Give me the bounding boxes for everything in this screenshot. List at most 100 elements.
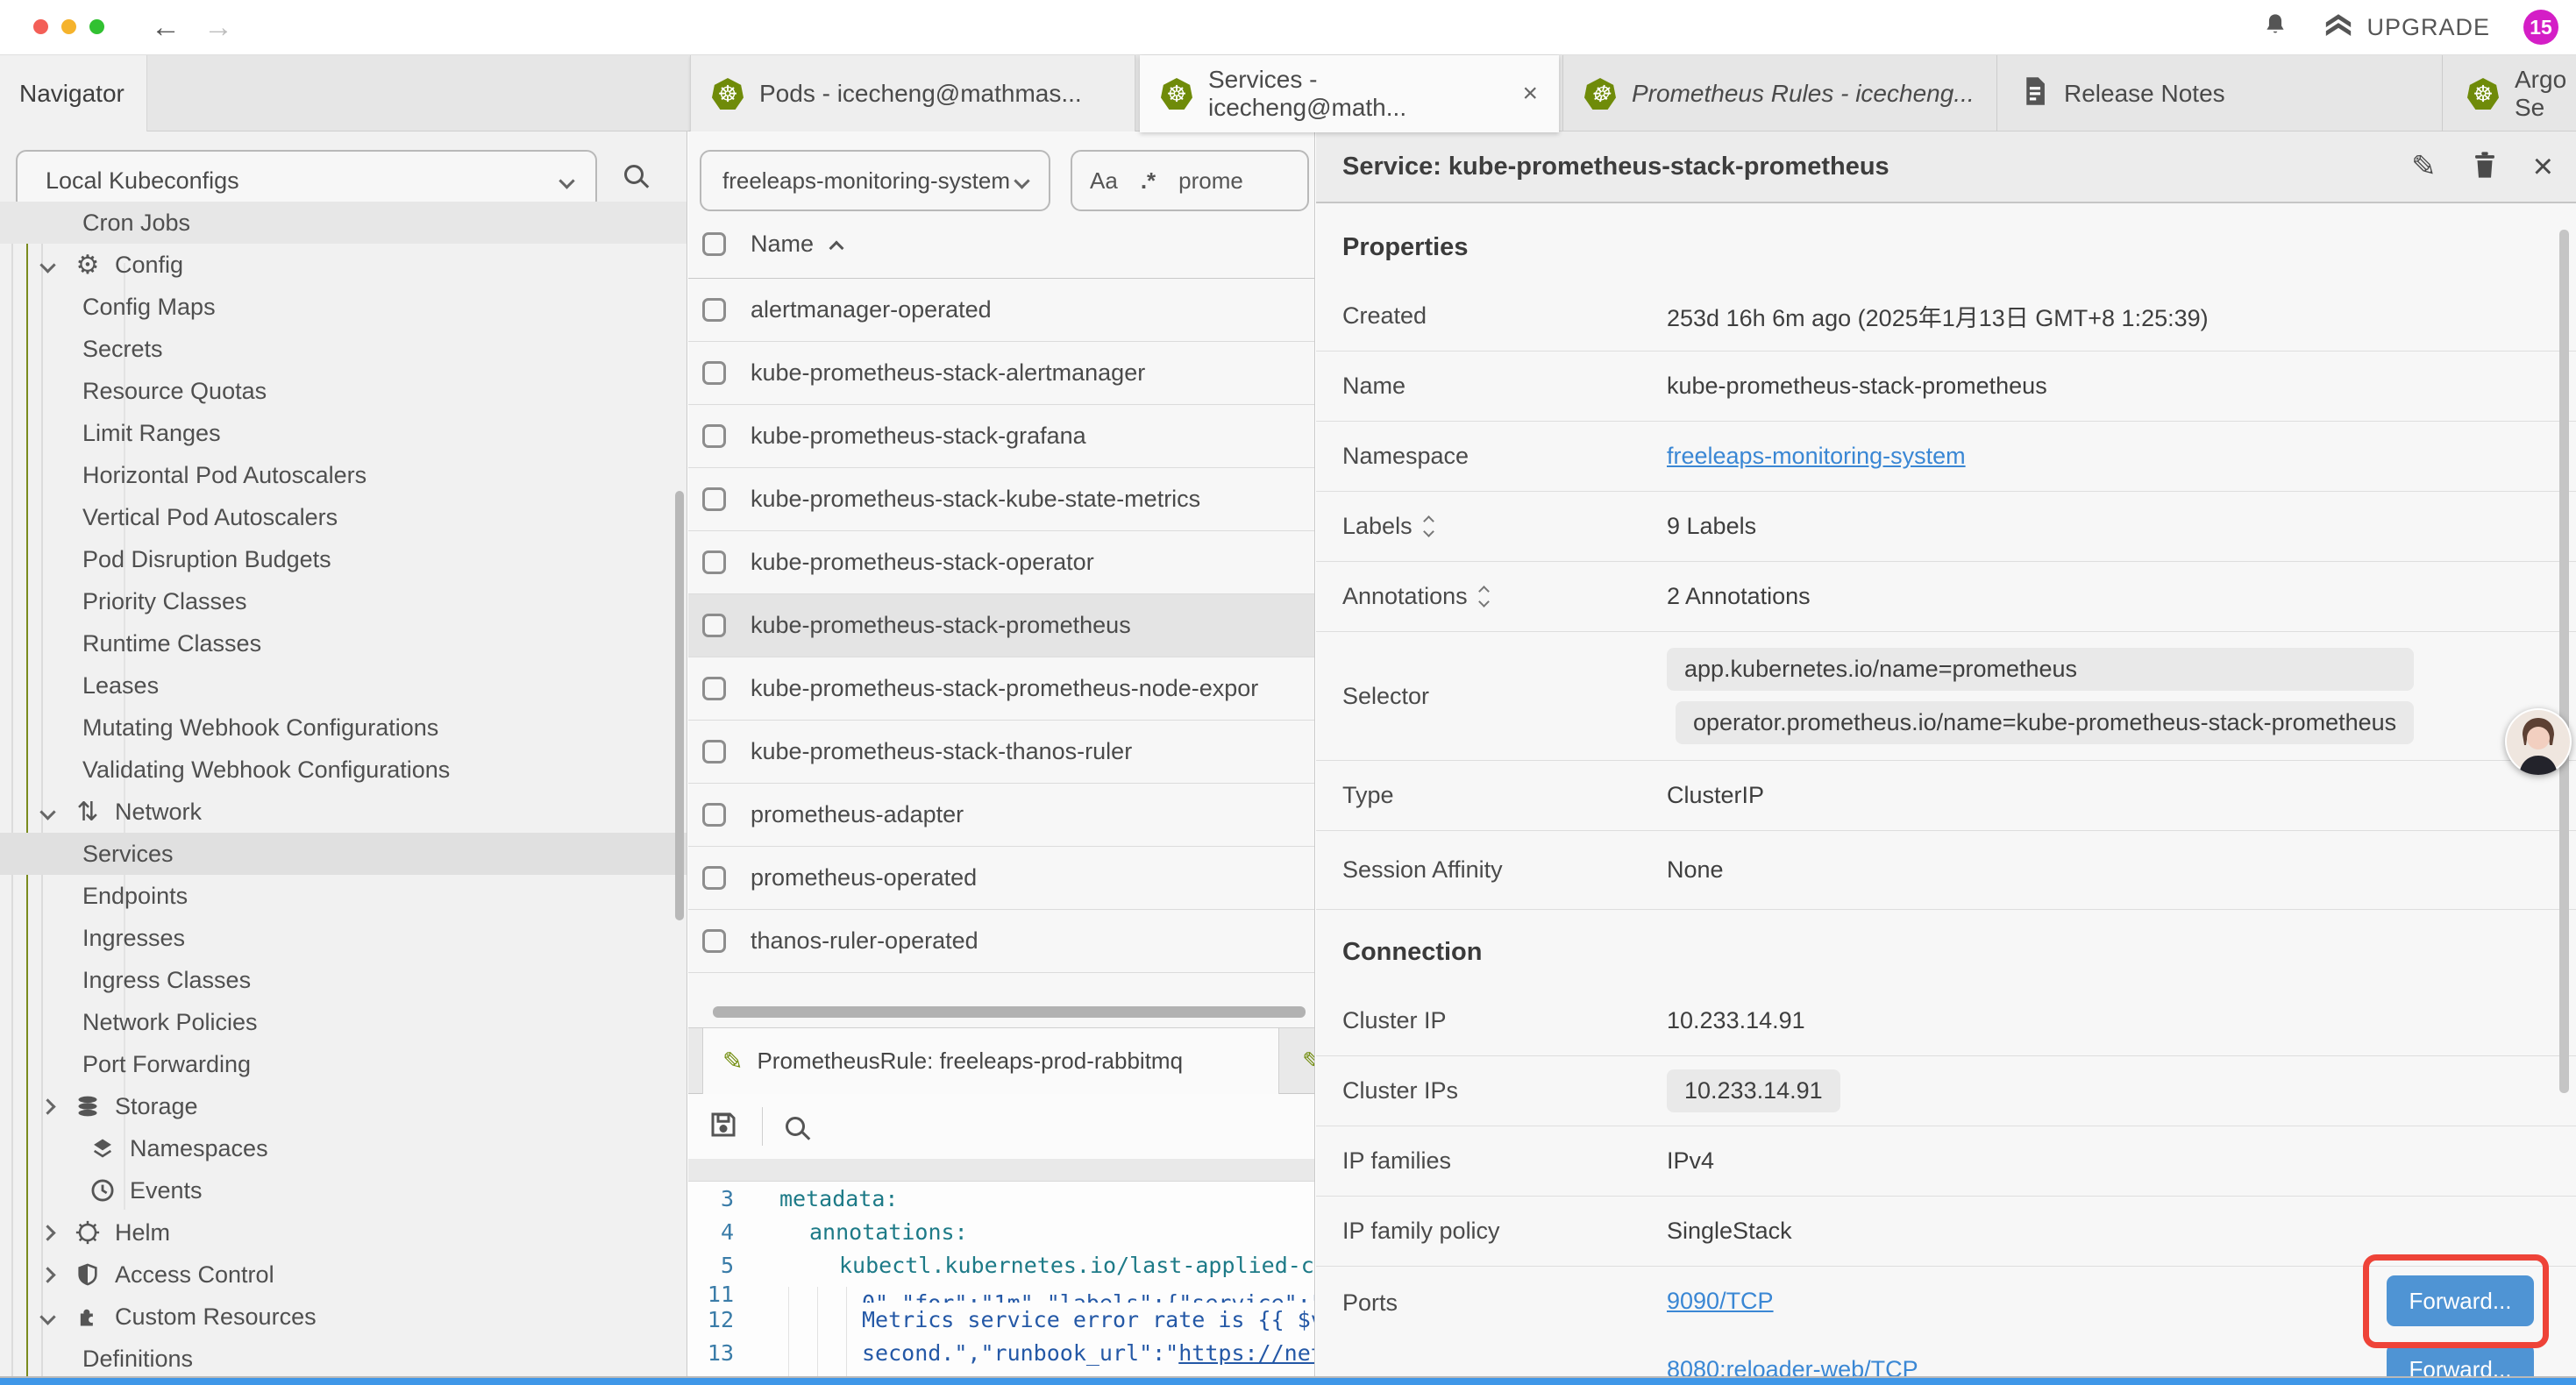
table-row[interactable]: kube-prometheus-stack-operator [688, 531, 1315, 594]
table-row[interactable]: kube-prometheus-stack-grafana [688, 405, 1315, 468]
expander-icon[interactable] [1425, 517, 1433, 536]
row-value[interactable]: 2 Annotations [1667, 583, 1811, 610]
sidebar-item-events[interactable]: Events [0, 1169, 687, 1211]
table-row[interactable]: prometheus-operated [688, 847, 1315, 910]
sidebar-item-config[interactable]: ⚙Config [0, 244, 687, 286]
sidebar-item-services[interactable]: Services [0, 833, 687, 875]
forward-arrow-icon[interactable]: → [203, 0, 233, 54]
row-checkbox[interactable] [702, 677, 726, 700]
sidebar-item-cron-jobs[interactable]: Cron Jobs [0, 202, 687, 244]
chevron-right-icon[interactable] [39, 1267, 55, 1282]
tab-services[interactable]: ☸ Services - icecheng@math... × [1140, 55, 1559, 132]
chevron-down-icon[interactable] [39, 257, 55, 273]
sidebar-item-port-forwarding[interactable]: Port Forwarding [0, 1043, 687, 1085]
namespace-filter-select[interactable]: freeleaps-monitoring-system [700, 150, 1050, 211]
close-window-button[interactable] [33, 19, 48, 34]
back-arrow-icon[interactable]: ← [151, 0, 181, 54]
row-checkbox[interactable] [702, 866, 726, 890]
sidebar-item-ingress-classes[interactable]: Ingress Classes [0, 959, 687, 1001]
chevron-right-icon[interactable] [39, 1225, 55, 1240]
sidebar-item-mutating-webhook-configurations[interactable]: Mutating Webhook Configurations [0, 707, 687, 749]
table-row[interactable]: kube-prometheus-stack-kube-state-metrics [688, 468, 1315, 531]
row-checkbox[interactable] [702, 361, 726, 385]
sidebar-item-runtime-classes[interactable]: Runtime Classes [0, 622, 687, 664]
table-row[interactable]: prometheus-adapter [688, 784, 1315, 847]
row-checkbox[interactable] [702, 424, 726, 448]
table-row-selected[interactable]: kube-prometheus-stack-prometheus [688, 594, 1315, 657]
search-icon[interactable] [624, 165, 644, 184]
tab-release-notes[interactable]: Release Notes [2001, 55, 2443, 132]
row-value[interactable]: 9 Labels [1667, 513, 1756, 540]
minimize-window-button[interactable] [61, 19, 76, 34]
sidebar-item-limit-ranges[interactable]: Limit Ranges [0, 412, 687, 454]
tab-prometheus-rules[interactable]: ☸ Prometheus Rules - icecheng... [1562, 55, 1997, 132]
list-search-input[interactable]: Aa .* prome [1071, 150, 1309, 211]
sidebar-item-horizontal-pod-autoscalers[interactable]: Horizontal Pod Autoscalers [0, 454, 687, 496]
forward-button[interactable]: Forward... [2387, 1275, 2534, 1326]
select-all-checkbox[interactable] [702, 232, 726, 256]
tab-argo[interactable]: ☸ Argo Se [2446, 55, 2576, 132]
sort-ascending-icon[interactable] [829, 240, 844, 255]
tab-prometheusrule-editor[interactable]: ✎ PrometheusRule: freeleaps-prod-rabbitm… [702, 1028, 1279, 1094]
sidebar-item-custom-resources[interactable]: Custom Resources [0, 1296, 687, 1338]
edit-pencil-icon[interactable]: ✎ [2411, 149, 2437, 184]
sidebar-item-network[interactable]: ⇅Network [0, 791, 687, 833]
chevron-right-icon[interactable] [39, 1098, 55, 1114]
delete-trash-icon[interactable] [2472, 150, 2498, 184]
maximize-window-button[interactable] [89, 19, 104, 34]
table-row[interactable]: kube-prometheus-stack-prometheus-node-ex… [688, 657, 1315, 721]
tab-editor-partial[interactable]: ✎ [1283, 1028, 1315, 1094]
yaml-editor[interactable]: 3metadata: 4annotations: 5kubectl.kubern… [688, 1182, 1315, 1385]
avatar[interactable] [2505, 708, 2572, 775]
row-checkbox[interactable] [702, 487, 726, 511]
column-header-name[interactable]: Name [751, 231, 814, 258]
chevron-down-icon[interactable] [39, 804, 55, 820]
row-checkbox[interactable] [702, 740, 726, 764]
table-row[interactable]: kube-prometheus-stack-alertmanager [688, 342, 1315, 405]
row-checkbox[interactable] [702, 614, 726, 637]
sidebar-item-helm[interactable]: Helm [0, 1211, 687, 1254]
tab-navigator[interactable]: Navigator [0, 55, 147, 132]
tab-pods[interactable]: ☸ Pods - icecheng@mathmas... [690, 55, 1135, 132]
sidebar-item-vertical-pod-autoscalers[interactable]: Vertical Pod Autoscalers [0, 496, 687, 538]
sidebar-item-ingresses[interactable]: Ingresses [0, 917, 687, 959]
close-tab-icon[interactable]: × [1522, 79, 1538, 109]
port-link-9090[interactable]: 9090/TCP [1667, 1288, 1774, 1315]
upgrade-button[interactable]: UPGRADE [2323, 11, 2490, 45]
editor-search-icon[interactable] [786, 1117, 805, 1136]
sidebar-item-config-maps[interactable]: Config Maps [0, 286, 687, 328]
sidebar-item-definitions[interactable]: Definitions [0, 1338, 687, 1380]
row-checkbox[interactable] [702, 550, 726, 574]
close-panel-icon[interactable]: × [2533, 147, 2553, 187]
code-link[interactable]: https://net [1178, 1340, 1315, 1366]
sidebar-item-access-control[interactable]: Access Control [0, 1254, 687, 1296]
sidebar-item-leases[interactable]: Leases [0, 664, 687, 707]
sidebar-item-priority-classes[interactable]: Priority Classes [0, 580, 687, 622]
table-row[interactable]: thanos-ruler-operated [688, 910, 1315, 973]
sidebar-item-resource-quotas[interactable]: Resource Quotas [0, 370, 687, 412]
sidebar-scrollbar[interactable] [675, 491, 684, 920]
notifications-bell-icon[interactable] [2261, 11, 2289, 45]
sidebar-item-secrets[interactable]: Secrets [0, 328, 687, 370]
table-row[interactable]: kube-prometheus-stack-thanos-ruler [688, 721, 1315, 784]
row-checkbox[interactable] [702, 929, 726, 953]
row-checkbox[interactable] [702, 803, 726, 827]
save-icon[interactable] [708, 1109, 739, 1145]
sidebar-item-validating-webhook-configurations[interactable]: Validating Webhook Configurations [0, 749, 687, 791]
sidebar-item-namespaces[interactable]: Namespaces [0, 1127, 687, 1169]
regex-toggle[interactable]: .* [1141, 167, 1156, 195]
sidebar-item-endpoints[interactable]: Endpoints [0, 875, 687, 917]
table-row[interactable]: alertmanager-operated [688, 279, 1315, 342]
editor-scroll-strip[interactable] [688, 1159, 1315, 1182]
chevron-down-icon[interactable] [39, 1309, 55, 1325]
sidebar-item-network-policies[interactable]: Network Policies [0, 1001, 687, 1043]
expander-icon[interactable] [1480, 587, 1488, 606]
sidebar-item-pod-disruption-budgets[interactable]: Pod Disruption Budgets [0, 538, 687, 580]
sidebar-item-storage[interactable]: Storage [0, 1085, 687, 1127]
namespace-link[interactable]: freeleaps-monitoring-system [1667, 443, 1966, 470]
detail-scrollbar[interactable] [2559, 230, 2569, 1093]
match-case-toggle[interactable]: Aa [1090, 167, 1118, 195]
row-checkbox[interactable] [702, 298, 726, 322]
horizontal-scrollbar[interactable] [713, 1006, 1306, 1018]
notification-count-badge[interactable]: 15 [2523, 10, 2558, 45]
